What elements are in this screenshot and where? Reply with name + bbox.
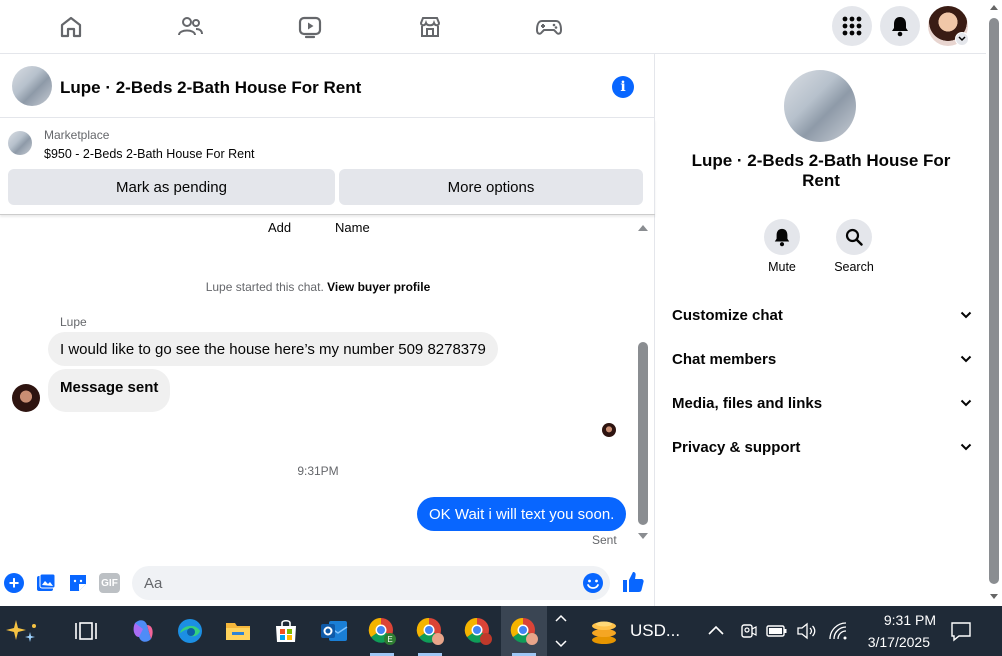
message-text: Message sent [60,379,159,396]
listing-thumbnail[interactable] [12,66,52,106]
currency-ticker[interactable]: USD... [630,621,680,641]
file-explorer-icon[interactable] [222,615,254,647]
sender-avatar[interactable] [12,384,40,412]
clock-date[interactable]: 3/17/2025 [850,634,930,650]
svg-text:E: E [387,635,392,644]
chevron-down-icon [960,443,972,451]
message-timestamp: 9:31PM [297,464,339,478]
chevron-down-icon [960,399,972,407]
chrome-profile-3-icon[interactable] [462,615,494,647]
info-title[interactable]: Lupe · 2-Beds 2-Bath House For Rent [676,151,966,191]
chat-header: Lupe · 2-Beds 2-Bath House For Rent i [0,54,655,118]
chrome-profile-4-icon[interactable] [508,615,540,647]
section-label: Privacy & support [672,438,801,456]
chat-info-pane: Lupe · 2-Beds 2-Bath House For Rent Mute… [656,54,986,606]
chat-started-notice: Lupe started this chat. View buyer profi… [0,280,636,294]
marketplace-banner: Marketplace $950 - 2-Beds 2-Bath House F… [0,119,655,215]
section-label: Media, files and links [672,394,823,412]
chat-scrollbar-thumb[interactable] [638,342,648,525]
info-icon[interactable]: i [612,76,634,98]
listing-title[interactable]: $950 - 2-Beds 2-Bath House For Rent [44,147,255,161]
chevron-down-icon [960,355,972,363]
camera-icon[interactable] [739,622,757,640]
chat-scrollbar[interactable] [636,222,650,542]
copilot-sparkle-icon[interactable] [2,615,42,647]
coins-icon[interactable] [588,616,620,646]
sender-name: Lupe [60,315,87,329]
mark-as-pending-button[interactable]: Mark as pending [8,169,335,205]
windows-taskbar: E USD... 9:31 PM 3/17/2025 [0,606,1002,656]
home-icon[interactable] [54,11,88,43]
wifi-icon[interactable] [828,621,848,641]
incoming-message-1[interactable]: I would like to go see the house here’s … [48,332,498,366]
message-input-placeholder: Aa [144,575,163,592]
chrome-profile-e-icon[interactable]: E [366,615,398,647]
chevron-down-icon [960,311,972,319]
volume-icon[interactable] [796,621,818,641]
message-input[interactable]: Aa [132,566,610,600]
chat-pane: Lupe · 2-Beds 2-Bath House For Rent i Ma… [0,54,655,606]
listing-thumbnail-small[interactable] [8,131,32,155]
section-chat-members[interactable]: Chat members [672,339,972,379]
edge-icon[interactable] [174,615,206,647]
section-media-files-links[interactable]: Media, files and links [672,383,972,423]
chat-started-text: Lupe started this chat. [205,280,324,294]
message-text: I would like to go see the house here’s … [60,340,486,358]
chevron-down-icon[interactable] [955,32,969,46]
outgoing-message[interactable]: OK Wait i will text you soon. [417,497,627,531]
page-scrollbar[interactable] [986,0,1002,606]
section-customize-chat[interactable]: Customize chat [672,295,972,335]
search-label: Search [834,260,874,274]
sticker-icon[interactable] [68,573,88,593]
microsoft-store-icon[interactable] [270,615,302,647]
section-privacy-support[interactable]: Privacy & support [672,427,972,467]
mute-button[interactable] [764,219,800,255]
incoming-message-2[interactable]: Message sent [48,369,171,412]
seen-receipt-avatar [602,423,616,437]
gif-icon[interactable]: GIF [99,573,120,593]
video-icon[interactable] [293,11,327,43]
more-options-button[interactable]: More options [339,169,643,205]
emoji-icon[interactable] [582,572,604,594]
friends-icon[interactable] [173,11,207,43]
show-hidden-icons[interactable] [708,624,724,636]
chrome-profile-2-icon[interactable] [414,615,446,647]
gaming-icon[interactable] [532,11,566,43]
message-text: OK Wait i will text you soon. [429,505,615,523]
chat-title[interactable]: Lupe · 2-Beds 2-Bath House For Rent [60,78,361,98]
message-composer: + GIF Aa [0,558,655,606]
notification-center-icon[interactable] [950,620,972,642]
add-more-icon[interactable]: + [4,573,24,593]
task-view-icon[interactable] [70,615,102,647]
search-icon [845,228,863,246]
marketplace-icon[interactable] [413,11,447,43]
outlook-icon[interactable] [318,615,350,647]
listing-photo[interactable] [784,70,856,142]
clock-time[interactable]: 9:31 PM [858,612,936,628]
search-button[interactable] [836,219,872,255]
like-icon[interactable] [621,570,645,594]
taskbar-overflow-arrows[interactable] [552,610,570,652]
photo-icon[interactable] [36,573,56,593]
notifications-icon[interactable] [880,6,920,46]
view-buyer-profile-link[interactable]: View buyer profile [327,280,430,294]
bell-icon [774,228,790,247]
copilot-icon[interactable] [127,615,159,647]
section-label: Customize chat [672,306,783,324]
section-label: Chat members [672,350,777,368]
top-navigation [0,0,988,54]
battery-icon[interactable] [766,624,788,638]
add-field-label: Add [268,220,292,235]
menu-grid-icon[interactable] [832,6,872,46]
marketplace-label: Marketplace [44,128,110,142]
name-field-label: Name [335,220,370,235]
page-scrollbar-thumb[interactable] [989,18,999,584]
mute-label: Mute [768,260,796,274]
message-status: Sent [592,533,617,547]
